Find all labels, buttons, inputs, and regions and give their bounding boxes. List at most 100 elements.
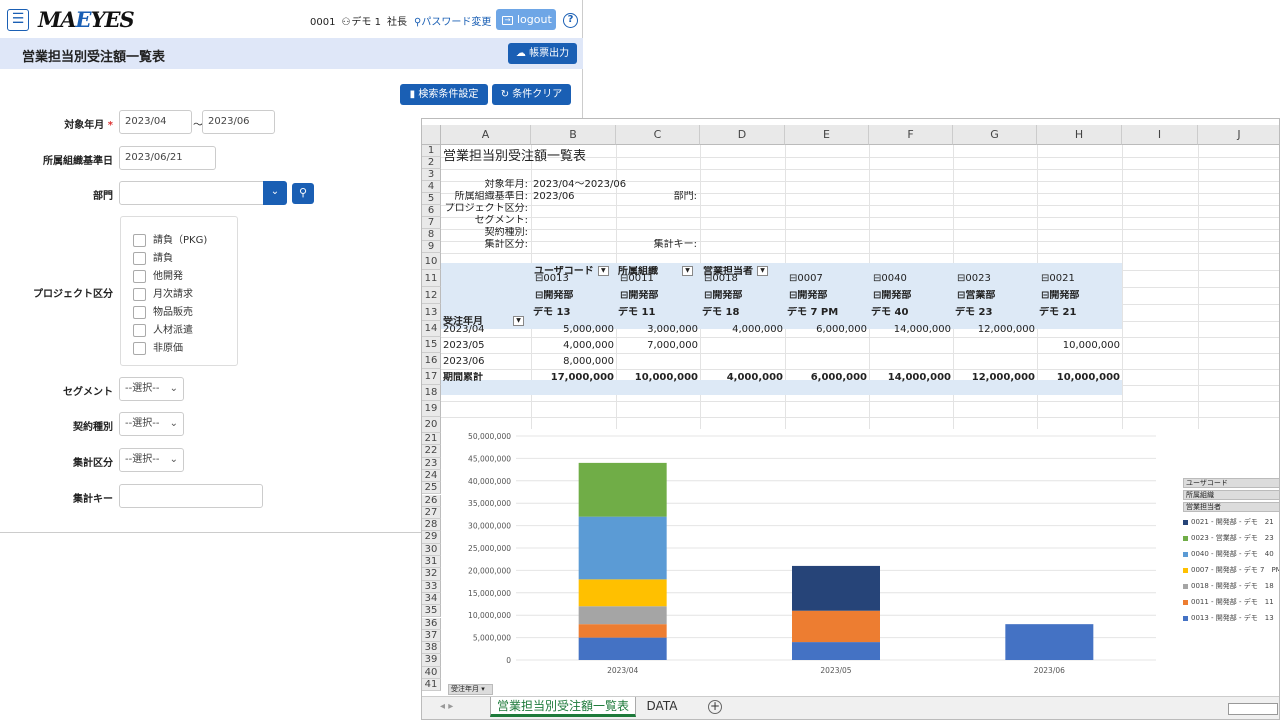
row-header[interactable]: 25 [422, 482, 441, 495]
bar-segment[interactable] [578, 606, 667, 625]
row-header[interactable]: 29 [422, 531, 441, 544]
checkbox[interactable] [133, 269, 146, 283]
column-header[interactable]: E [785, 125, 869, 145]
checkbox[interactable] [133, 341, 146, 355]
bar-segment[interactable] [792, 565, 880, 611]
column-header[interactable]: B [531, 125, 616, 145]
filter-dropdown-icon[interactable]: ▼ [513, 316, 524, 326]
bar-segment[interactable] [578, 462, 667, 517]
legend-filter-org[interactable]: 所属組織 [1183, 490, 1279, 500]
checkbox[interactable] [133, 287, 146, 301]
row-header[interactable]: 7 [422, 217, 441, 229]
row-header[interactable]: 4 [422, 181, 441, 193]
search-settings-button[interactable]: ▮ 検索条件設定 [400, 84, 488, 105]
filter-dropdown-icon[interactable]: ▼ [682, 266, 693, 276]
row-header[interactable]: 24 [422, 469, 441, 483]
row-header[interactable]: 35 [422, 605, 441, 618]
row-header[interactable]: 22 [422, 445, 441, 458]
row-header[interactable]: 15 [422, 337, 441, 353]
checkbox[interactable] [133, 233, 146, 247]
checkbox[interactable] [133, 251, 146, 265]
row-header[interactable]: 33 [422, 580, 441, 593]
row-header[interactable]: 3 [422, 169, 441, 181]
dept-dropdown-button[interactable]: ⌄ [263, 181, 287, 205]
project-option[interactable]: 請負 [133, 249, 173, 265]
legend-filter-sales[interactable]: 営業担当者 [1183, 502, 1279, 512]
project-option[interactable]: 人材派遣 [133, 321, 193, 337]
help-icon[interactable]: ? [563, 13, 578, 28]
contract-select[interactable]: --選択-- ⌄ [119, 412, 184, 436]
column-header[interactable]: A [441, 125, 531, 145]
row-header[interactable]: 12 [422, 287, 441, 304]
checkbox[interactable] [133, 323, 146, 337]
period-to-input[interactable]: 2023/06 [202, 110, 275, 134]
row-header[interactable]: 14 [422, 321, 441, 337]
legend-item[interactable]: 0013 - 開発部 - デモ 13 [1183, 610, 1279, 626]
filter-dropdown-icon[interactable]: ▼ [757, 266, 768, 276]
project-option[interactable]: 他開発 [133, 267, 183, 283]
bar-segment[interactable] [578, 637, 667, 660]
row-header[interactable]: 16 [422, 353, 441, 369]
legend-item[interactable]: 0011 - 開発部 - デモ 11 [1183, 594, 1279, 610]
row-header[interactable]: 32 [422, 568, 441, 581]
row-header[interactable]: 9 [422, 241, 441, 253]
report-output-button[interactable]: ☁ 帳票出力 [508, 43, 577, 64]
row-header[interactable]: 31 [422, 556, 441, 569]
sheet-tab-report[interactable]: 営業担当別受注額一覧表 [490, 697, 636, 717]
legend-item[interactable]: 0021 - 開発部 - デモ 21 [1183, 514, 1279, 530]
row-header[interactable]: 19 [422, 401, 441, 417]
row-header[interactable]: 1 [422, 145, 441, 157]
row-header[interactable]: 23 [422, 457, 441, 470]
row-header[interactable]: 11 [422, 270, 441, 287]
bar-segment[interactable] [578, 579, 667, 607]
row-header[interactable]: 8 [422, 229, 441, 241]
row-header[interactable]: 5 [422, 193, 441, 205]
row-header[interactable]: 10 [422, 253, 441, 270]
row-header[interactable]: 2 [422, 157, 441, 169]
stacked-bar-chart[interactable]: 0 5,000,000 10,000,000 15,000,000 20,000,000… [441, 429, 1279, 688]
horizontal-scrollbar[interactable] [1228, 703, 1278, 715]
clear-conditions-button[interactable]: ↻ 条件クリア [492, 84, 571, 105]
row-header[interactable]: 21 [422, 433, 441, 446]
column-header[interactable]: H [1037, 125, 1122, 145]
row-header[interactable]: 30 [422, 543, 441, 556]
segment-select[interactable]: --選択-- ⌄ [119, 377, 184, 401]
row-header[interactable]: 26 [422, 494, 441, 507]
row-header[interactable]: 36 [422, 617, 441, 630]
bar-segment[interactable] [792, 610, 880, 643]
project-option[interactable]: 非原価 [133, 339, 183, 355]
legend-item[interactable]: 0023 - 営業部 - デモ 23 [1183, 530, 1279, 546]
row-header[interactable]: 27 [422, 506, 441, 520]
password-change-link[interactable]: ⚲パスワード変更 [414, 13, 491, 28]
tab-scroll-arrows[interactable]: ◂ ▸ [440, 701, 453, 712]
column-header[interactable]: D [700, 125, 785, 145]
bar-segment[interactable] [578, 516, 667, 580]
row-header[interactable]: 41 [422, 679, 441, 692]
project-option[interactable]: 請負（PKG) [133, 231, 207, 247]
column-header[interactable]: F [869, 125, 953, 145]
bar-segment[interactable] [792, 642, 880, 660]
row-header[interactable]: 17 [422, 369, 441, 385]
row-header[interactable]: 38 [422, 642, 441, 655]
bar-segment[interactable] [1005, 624, 1094, 660]
logout-button[interactable]: → logout [496, 9, 556, 30]
agg-key-input[interactable] [119, 484, 263, 508]
project-option[interactable]: 物品販売 [133, 303, 193, 319]
row-header[interactable]: 18 [422, 385, 441, 401]
project-option[interactable]: 月次請求 [133, 285, 193, 301]
org-date-input[interactable]: 2023/06/21 [119, 146, 216, 170]
row-header[interactable]: 28 [422, 519, 441, 532]
column-header[interactable]: C [616, 125, 700, 145]
row-header[interactable]: 6 [422, 205, 441, 217]
agg-select[interactable]: --選択-- ⌄ [119, 448, 184, 472]
checkbox[interactable] [133, 305, 146, 319]
menu-icon[interactable]: ☰ [7, 9, 29, 31]
period-from-input[interactable]: 2023/04 [119, 110, 192, 134]
column-header[interactable]: I [1122, 125, 1198, 145]
dept-search-button[interactable]: ⚲ [292, 183, 314, 204]
legend-item[interactable]: 0007 - 開発部 - デモ 7 PM [1183, 562, 1279, 578]
select-all-corner[interactable] [422, 125, 441, 145]
filter-dropdown-icon[interactable]: ▼ [597, 266, 609, 276]
add-sheet-icon[interactable]: + [708, 700, 722, 714]
row-header[interactable]: 34 [422, 592, 441, 606]
